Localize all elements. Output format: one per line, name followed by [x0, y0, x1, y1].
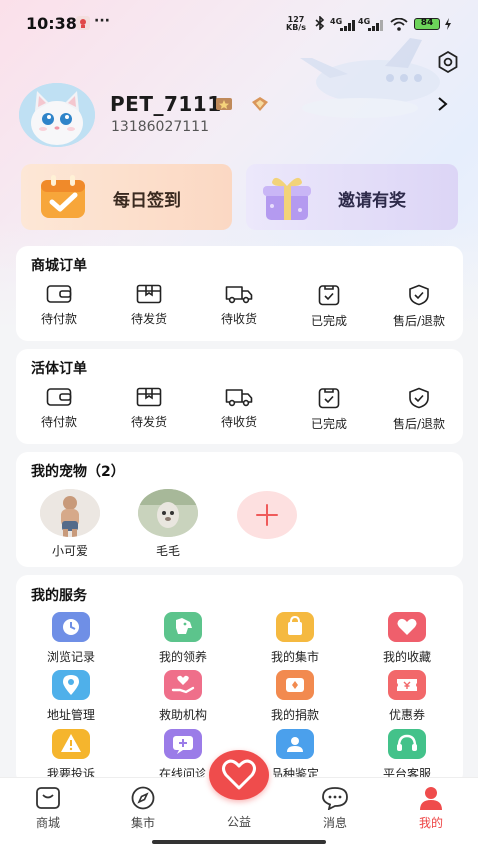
- live-order-pending-payment[interactable]: 待付款: [19, 387, 99, 435]
- pet-item[interactable]: 毛毛: [137, 489, 199, 559]
- pet-name: 小可爱: [51, 544, 88, 558]
- settings-icon[interactable]: [436, 50, 460, 74]
- heart-fab-icon: [222, 759, 256, 790]
- battery-indicator: 84: [414, 18, 440, 30]
- dog-icon: [164, 612, 202, 642]
- level-badge-icon: [216, 98, 232, 110]
- avatar[interactable]: [19, 83, 95, 147]
- charging-icon: [445, 18, 451, 30]
- plus-icon: [256, 504, 278, 526]
- mall-order-to-receive[interactable]: 待收货: [199, 284, 279, 332]
- warning-icon: [52, 729, 90, 759]
- bluetooth-icon: [315, 16, 325, 30]
- status-time: 10:38: [26, 14, 77, 33]
- service-my-donations[interactable]: 我的捐款: [250, 670, 340, 723]
- mall-orders-card: 商城订单 待付款 待发货 待收货 已完成 售后/退款: [16, 246, 463, 341]
- truck-icon: [225, 389, 253, 407]
- cat-avatar-image: [19, 83, 95, 147]
- my-pets-card: 我的宠物（2） 小可爱 毛毛: [16, 452, 463, 567]
- home-indicator: [152, 840, 326, 844]
- pet-photo: [40, 489, 100, 537]
- mall-order-after-sales[interactable]: 售后/退款: [379, 284, 459, 332]
- shield-check-icon: [409, 387, 429, 409]
- service-my-favorites[interactable]: 我的收藏: [362, 612, 452, 665]
- medical-chat-icon: [164, 729, 202, 759]
- live-orders-title: 活体订单: [31, 361, 87, 377]
- location-pin-icon: [52, 670, 90, 700]
- notification-app-icon: [76, 16, 90, 30]
- pet-item[interactable]: 小可爱: [39, 489, 101, 559]
- id-badge-icon: [276, 729, 314, 759]
- pet-photo: [138, 489, 198, 537]
- live-order-after-sales[interactable]: 售后/退款: [379, 387, 459, 435]
- service-address-management[interactable]: 地址管理: [26, 670, 116, 723]
- wifi-icon: [390, 18, 408, 31]
- phone-number: 13186027111: [111, 119, 209, 135]
- headset-icon: [388, 729, 426, 759]
- wallet-icon: [46, 388, 72, 406]
- mall-order-completed[interactable]: 已完成: [289, 284, 369, 332]
- user-icon: [420, 787, 442, 810]
- clock-icon: [52, 612, 90, 642]
- net-speed: 127 KB/s: [286, 15, 306, 32]
- live-order-to-receive[interactable]: 待收货: [199, 387, 279, 435]
- donation-icon: [276, 670, 314, 700]
- calendar-check-icon: [41, 175, 85, 218]
- shopping-bag-icon: [276, 612, 314, 642]
- wallet-icon: [46, 285, 72, 303]
- live-order-to-ship[interactable]: 待发货: [109, 387, 189, 435]
- shield-check-icon: [409, 284, 429, 306]
- live-orders-card: 活体订单 待付款 待发货 待收货 已完成 售后/退款: [16, 349, 463, 444]
- service-browse-history[interactable]: 浏览记录: [26, 612, 116, 665]
- status-overflow: ···: [94, 13, 110, 29]
- daily-sign-in-card[interactable]: 每日签到: [21, 164, 232, 230]
- pet-name: 毛毛: [155, 544, 180, 558]
- box-icon: [136, 387, 162, 407]
- gift-box-icon: [263, 177, 311, 220]
- service-my-market[interactable]: 我的集市: [250, 612, 340, 665]
- my-pets-title: 我的宠物（2）: [31, 464, 125, 480]
- nav-market[interactable]: 集市: [108, 786, 178, 831]
- sign-in-label: 每日签到: [113, 191, 181, 211]
- coupon-icon: [388, 670, 426, 700]
- username: PET_7111: [110, 92, 222, 116]
- service-coupons[interactable]: 优惠券: [362, 670, 452, 723]
- live-order-completed[interactable]: 已完成: [289, 387, 369, 435]
- compass-icon: [131, 786, 155, 810]
- clipboard-check-icon: [318, 285, 340, 306]
- service-rescue-organizations[interactable]: 救助机构: [138, 670, 228, 723]
- service-complaint[interactable]: 我要投诉: [26, 729, 116, 782]
- invite-reward-card[interactable]: 邀请有奖: [246, 164, 458, 230]
- box-icon: [136, 284, 162, 304]
- nav-mall[interactable]: 商城: [13, 786, 83, 831]
- nav-charity-label[interactable]: 公益: [209, 813, 269, 830]
- mall-order-pending-payment[interactable]: 待付款: [19, 284, 99, 332]
- chat-bubble-icon: [322, 787, 348, 810]
- mall-orders-title: 商城订单: [31, 258, 87, 274]
- heart-icon: [388, 612, 426, 642]
- nav-mine[interactable]: 我的: [396, 786, 466, 831]
- clipboard-check-icon: [318, 388, 340, 409]
- service-my-adoption[interactable]: 我的领养: [138, 612, 228, 665]
- mall-order-to-ship[interactable]: 待发货: [109, 284, 189, 332]
- charity-fab-button[interactable]: [209, 750, 269, 800]
- truck-icon: [225, 286, 253, 304]
- add-pet-button[interactable]: [237, 491, 297, 539]
- nav-messages[interactable]: 消息: [300, 786, 370, 831]
- service-customer-support[interactable]: 平台客服: [362, 729, 452, 782]
- invite-label: 邀请有奖: [338, 191, 406, 211]
- signal-bars-icon-2: [368, 20, 383, 31]
- shopping-bag-outline-icon: [36, 787, 60, 809]
- status-bar: 10:38 ··· 127 KB/s 4G 4G 84: [0, 0, 478, 48]
- my-services-title: 我的服务: [31, 588, 87, 604]
- chevron-right-icon[interactable]: [436, 96, 450, 112]
- signal-bars-icon: [340, 20, 355, 31]
- hand-heart-icon: [164, 670, 202, 700]
- member-badge-icon: [252, 97, 268, 111]
